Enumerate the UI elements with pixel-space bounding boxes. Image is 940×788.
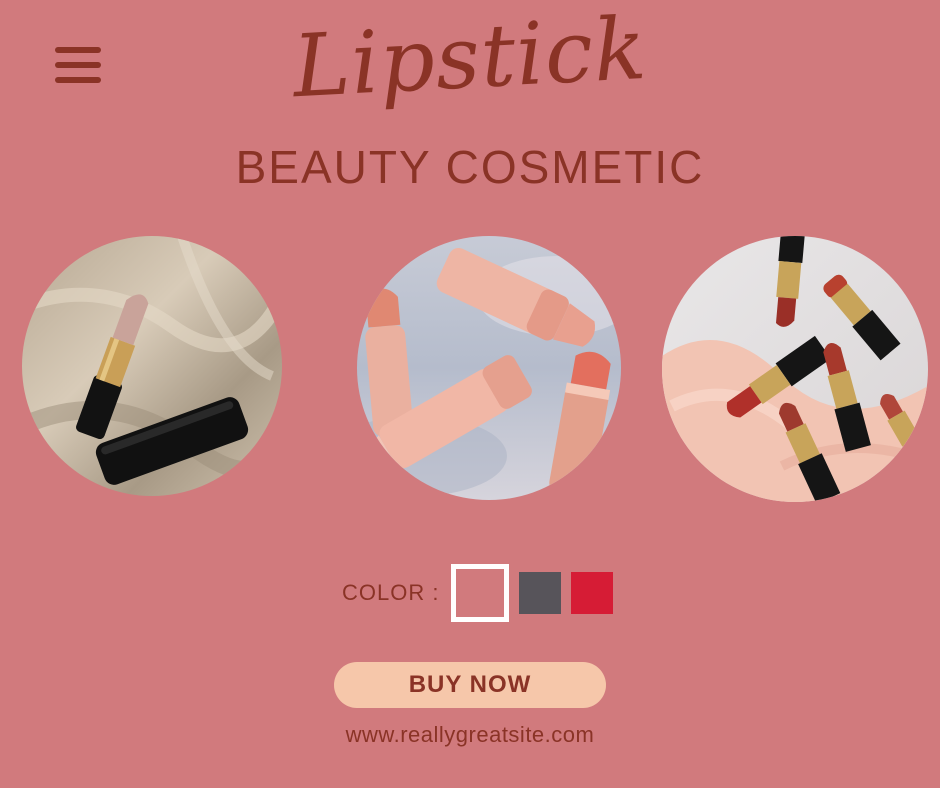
buy-now-button[interactable]: BUY NOW [334,662,606,708]
swatch-pink[interactable] [451,564,510,622]
photo-illustration [22,236,282,496]
product-photo-red-lipsticks [662,236,928,502]
product-photo-nude-lipstick [22,236,282,496]
swatch-red[interactable] [571,572,614,614]
product-photo-pink-lipsticks [357,236,621,500]
page-title: Lipstick [290,0,650,118]
page-subtitle: BEAUTY COSMETIC [235,141,705,193]
swatch-gray[interactable] [519,572,562,614]
color-selector: COLOR : [342,564,623,622]
photo-illustration [662,236,928,502]
color-label: COLOR : [342,580,440,605]
website-link[interactable]: www.reallygreatsite.com [0,722,940,748]
photo-illustration [357,236,621,500]
